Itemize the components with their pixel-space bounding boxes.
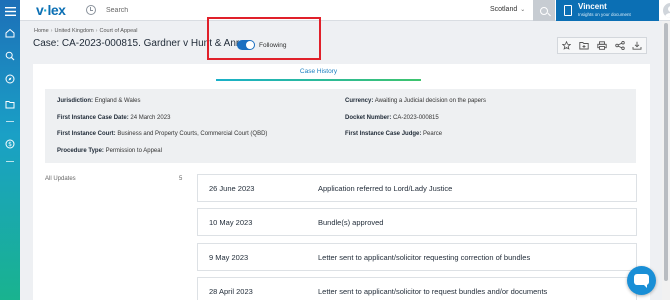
search-icon — [540, 6, 548, 15]
add-to-folder-icon[interactable] — [576, 38, 594, 53]
region-selector[interactable]: Scotland ⌄ — [490, 6, 525, 13]
vlex-logo[interactable]: v·lex — [36, 2, 66, 18]
page-scrollbar[interactable] — [662, 21, 670, 300]
first-instance-case-judge-field: First Instance Case Judge: Pearce — [345, 131, 443, 137]
updates-count: 5 — [179, 176, 183, 182]
breadcrumb-united-kingdom[interactable]: United Kingdom — [55, 28, 94, 34]
menu-icon[interactable] — [3, 4, 17, 18]
update-text: Application referred to Lord/Lady Justic… — [318, 184, 453, 193]
toolbar — [557, 37, 647, 54]
vincent-button[interactable]: Vincent Insights on your document — [556, 0, 659, 21]
search-input[interactable] — [106, 4, 406, 17]
svg-text:$: $ — [8, 141, 12, 148]
vincent-tagline: Insights on your document — [578, 12, 631, 17]
left-rail: $ — [0, 0, 20, 300]
first-instance-court-field: First Instance Court: Business and Prope… — [57, 131, 268, 137]
update-item[interactable]: 10 May 2023 Bundle(s) approved — [197, 208, 637, 236]
print-icon[interactable] — [593, 38, 611, 53]
procedure-type-field: Procedure Type: Permission to Appeal — [57, 148, 162, 154]
currency-icon[interactable]: $ — [3, 137, 17, 151]
breadcrumb-home[interactable]: Home — [34, 28, 49, 34]
update-text: Letter sent to applicant/solicitor reque… — [318, 253, 531, 262]
search-rail-icon[interactable] — [3, 49, 17, 63]
rail-divider — [6, 121, 14, 122]
vincent-name: Vincent — [578, 2, 607, 11]
highlight-box — [207, 17, 321, 60]
update-date: 10 May 2023 — [209, 218, 253, 227]
folder-icon[interactable] — [3, 97, 17, 111]
chevron-down-icon: ⌄ — [520, 7, 526, 13]
update-date: 9 May 2023 — [209, 253, 249, 262]
docket-number-field: Docket Number: CA-2023-000815 — [345, 115, 439, 121]
avatar[interactable] — [663, 3, 670, 18]
rail-divider — [6, 161, 14, 162]
case-details: Jurisdiction: England & Wales Currency: … — [45, 89, 636, 163]
tab-underline — [216, 79, 421, 81]
scrollbar-thumb[interactable] — [664, 23, 668, 281]
share-icon[interactable] — [611, 38, 629, 53]
update-date: 28 April 2023 — [209, 287, 253, 296]
update-item[interactable]: 9 May 2023 Letter sent to applicant/soli… — [197, 243, 637, 271]
update-item[interactable]: 26 June 2023 Application referred to Lor… — [197, 174, 637, 202]
search-button[interactable] — [533, 0, 555, 21]
document-icon — [564, 5, 572, 16]
star-icon[interactable] — [558, 38, 576, 53]
compass-icon[interactable] — [3, 72, 17, 86]
all-updates-filter[interactable]: All Updates — [45, 176, 76, 182]
breadcrumb: Home › United Kingdom › Court of Appeal — [34, 28, 138, 34]
breadcrumb-court-of-appeal[interactable]: Court of Appeal — [100, 28, 138, 34]
jurisdiction-field: Jurisdiction: England & Wales — [57, 98, 141, 104]
home-icon[interactable] — [3, 26, 17, 40]
top-bar: v·lex Scotland⌄ Vincent Insights on your… — [20, 0, 670, 21]
chat-button[interactable] — [627, 266, 656, 295]
update-text: Letter sent to applicant/solicitor to re… — [318, 287, 548, 296]
history-icon[interactable] — [86, 5, 96, 15]
download-icon[interactable] — [628, 38, 646, 53]
tab-case-history[interactable]: Case History — [216, 68, 421, 75]
update-text: Bundle(s) approved — [318, 218, 384, 227]
case-panel: Case History Jurisdiction: England & Wal… — [33, 64, 650, 300]
chat-bubble-icon — [634, 274, 649, 288]
update-item[interactable]: 28 April 2023 Letter sent to applicant/s… — [197, 277, 637, 300]
first-instance-case-date-field: First Instance Case Date: 24 March 2023 — [57, 115, 171, 121]
update-date: 26 June 2023 — [209, 184, 255, 193]
currency-field: Currency: Awaiting a Judicial decision o… — [345, 98, 486, 104]
